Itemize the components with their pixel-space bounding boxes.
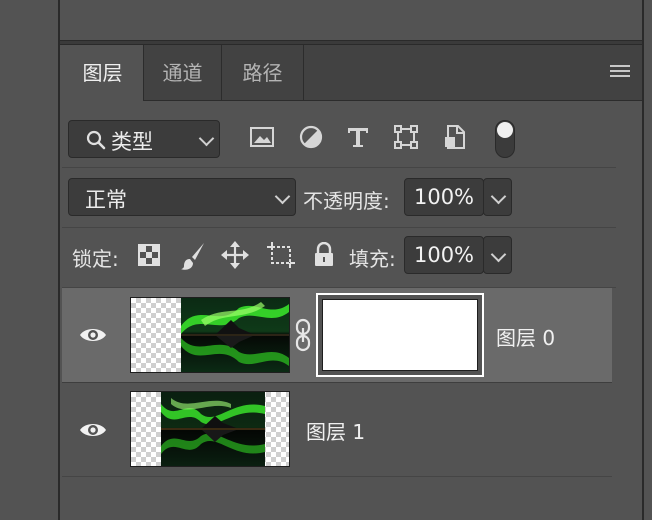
- layer-name[interactable]: 图层 0: [496, 322, 555, 351]
- filter-kind-label: 类型: [111, 130, 153, 154]
- layer-mask-thumbnail[interactable]: [322, 299, 478, 371]
- chevron-down-icon: [490, 188, 507, 205]
- chevron-down-icon: [274, 188, 291, 205]
- link-chain-icon[interactable]: [294, 318, 312, 352]
- opacity-slider-button[interactable]: [483, 178, 512, 216]
- row-divider: [62, 167, 616, 168]
- chevron-down-icon: [198, 130, 215, 147]
- lock-artboard-icon[interactable]: [266, 241, 296, 269]
- layer-name[interactable]: 图层 1: [306, 416, 365, 445]
- opacity-input[interactable]: 100%: [404, 178, 484, 216]
- fill-label: 填充:: [349, 247, 396, 271]
- tab-paths[interactable]: 路径: [222, 45, 304, 101]
- fill-input[interactable]: 100%: [404, 236, 484, 274]
- blend-mode-label: 正常: [85, 188, 127, 212]
- right-dock-strip: [642, 0, 652, 520]
- visibility-eye-icon[interactable]: [79, 421, 107, 439]
- layer-thumbnail[interactable]: [130, 391, 290, 467]
- layer-mask-selection-frame: [316, 293, 484, 377]
- layer-row[interactable]: 图层 0: [62, 288, 612, 382]
- left-dock-strip: [0, 0, 60, 520]
- search-icon: [86, 130, 106, 150]
- shape-filter-icon[interactable]: [393, 124, 419, 150]
- upper-panel: [62, 0, 640, 40]
- aurora-image: [181, 298, 289, 372]
- toggle-knob: [497, 122, 513, 138]
- visibility-eye-icon[interactable]: [79, 326, 107, 344]
- panel-menu-icon[interactable]: [610, 65, 630, 79]
- lock-position-icon[interactable]: [221, 241, 249, 269]
- lock-all-icon[interactable]: [313, 242, 335, 268]
- filter-toggle-switch[interactable]: [495, 120, 515, 158]
- tab-layers[interactable]: 图层: [62, 45, 144, 102]
- image-filter-icon[interactable]: [249, 124, 275, 150]
- chevron-down-icon: [490, 246, 507, 263]
- layer-row[interactable]: 图层 1: [62, 383, 612, 476]
- smart-object-filter-icon[interactable]: [442, 124, 468, 150]
- blend-mode-dropdown[interactable]: 正常: [68, 178, 296, 216]
- type-filter-icon[interactable]: [345, 124, 371, 150]
- filter-kind-dropdown[interactable]: 类型: [68, 120, 220, 158]
- adjustment-filter-icon[interactable]: [298, 124, 324, 150]
- aurora-image: [161, 392, 265, 466]
- layer-thumbnail[interactable]: [130, 297, 290, 373]
- row-divider: [62, 476, 612, 477]
- lock-transparent-pixels-icon[interactable]: [138, 244, 160, 266]
- fill-slider-button[interactable]: [483, 236, 512, 274]
- layers-panel-tabbar: 图层 通道 路径: [62, 45, 642, 102]
- opacity-label: 不透明度:: [303, 189, 390, 213]
- row-divider: [62, 227, 616, 228]
- lock-image-pixels-icon[interactable]: [180, 241, 206, 271]
- lock-label: 锁定:: [72, 247, 119, 271]
- tab-channels[interactable]: 通道: [144, 45, 222, 101]
